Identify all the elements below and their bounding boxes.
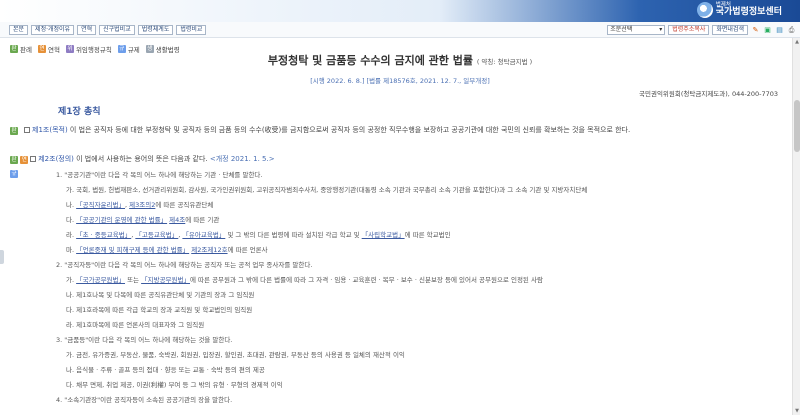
chapter-heading: 제1장 총칙 xyxy=(58,107,101,117)
tab-compare-old-new-button[interactable]: 신구법비교 xyxy=(99,25,135,35)
item-1: 1. "공공기관"이란 다음 각 목의 어느 하나에 해당하는 기관 · 단체를… xyxy=(56,171,263,179)
item-2: 2. "공직자등"이란 다음 각 목의 어느 하나에 해당하는 공직자 또는 공… xyxy=(56,261,313,269)
item-1-b: 나. 「공직자윤리법」, 제3조의2에 따른 공직유관단체 xyxy=(66,201,214,209)
toolbar: 본문 제정·개정이유 연혁 신구법비교 법령체계도 법령비교 조문선택 법령주소… xyxy=(0,22,800,38)
law-link[interactable]: 「국가공무원법」 xyxy=(76,276,125,284)
save-icon[interactable]: ▤ xyxy=(775,26,784,35)
scroll-thumb[interactable] xyxy=(794,100,800,152)
article-1-text: 이 법은 공직자 등에 대한 부정청탁 및 공직자 등의 금품 등의 수수(收受… xyxy=(67,126,631,134)
law-link[interactable]: 「언론중재 및 피해구제 등에 관한 법률」 xyxy=(76,246,189,254)
ministry-contact: 국민권익위원회(청탁금지제도과), 044-200-7703 xyxy=(639,90,778,98)
tab-reason-button[interactable]: 제정·개정이유 xyxy=(31,25,75,35)
law-link[interactable]: 「유아교육법」 xyxy=(182,231,225,239)
law-link[interactable]: 「사립학교법」 xyxy=(362,231,405,239)
zoom-in-icon[interactable]: ✎ xyxy=(751,26,760,35)
item-3-c: 다. 채무 면제, 취업 제공, 이권(利權) 부여 등 그 밖의 유형 · 무… xyxy=(66,381,283,389)
article-link[interactable]: 제4조 xyxy=(169,216,185,224)
side-panel-toggle[interactable] xyxy=(0,250,4,264)
law-link[interactable]: 「지방공무원법」 xyxy=(141,276,190,284)
tab-history-button[interactable]: 연혁 xyxy=(77,25,97,35)
scroll-up-icon[interactable]: ▲ xyxy=(793,38,800,46)
item-1-d: 라. 「초 · 중등교육법」, 「고등교육법」, 「유아교육법」 및 그 밖의 … xyxy=(66,231,451,239)
item-3-a: 가. 금전, 유가증권, 부동산, 물품, 숙박권, 회원권, 입장권, 할인권… xyxy=(66,351,405,359)
site-header: 법제처 국가법령정보센터 xyxy=(0,0,800,22)
download-icon[interactable]: ▣ xyxy=(763,26,772,35)
law-abbreviation: ( 약칭: 청탁금지법 ) xyxy=(476,58,533,66)
law-link[interactable]: 「고등교육법」 xyxy=(135,231,178,239)
law-link[interactable]: 「공공기관의 운영에 관한 법률」 xyxy=(76,216,167,224)
item-2-a: 가. 「국가공무원법」 또는 「지방공무원법」에 따른 공무원과 그 밖에 다른… xyxy=(66,276,543,284)
precedent-tag-icon[interactable]: 판 xyxy=(10,127,18,135)
article-2-text: 이 법에서 사용하는 용어의 뜻은 다음과 같다. xyxy=(73,155,210,163)
regulation-tag-icon[interactable]: 규 xyxy=(10,170,18,178)
vertical-scrollbar[interactable]: ▲ ▼ xyxy=(792,38,800,415)
history-tag-icon[interactable]: 연 xyxy=(20,156,29,164)
article-1-heading[interactable]: 제1조(목적) xyxy=(32,126,68,134)
item-2-b: 나. 제1호나목 및 다목에 따른 공직유관단체 및 기관의 장과 그 임직원 xyxy=(66,291,255,299)
item-2-c: 다. 제1호라목에 따른 각급 학교의 장과 교직원 및 학교법인의 임직원 xyxy=(66,306,253,314)
item-2-d: 라. 제1호마목에 따른 언론사의 대표자와 그 임직원 xyxy=(66,321,205,329)
item-1-a: 가. 국회, 법원, 헌법재판소, 선거관리위원회, 감사원, 국가인권위원회,… xyxy=(66,186,588,194)
amendment-note[interactable]: <개정 2021. 1. 5.> xyxy=(210,155,275,163)
logo-title: 국가법령정보센터 xyxy=(715,7,782,18)
item-3-b: 나. 음식물 · 주류 · 골프 등의 접대 · 향응 또는 교통 · 숙박 등… xyxy=(66,366,265,374)
copy-url-button[interactable]: 법령주소복사 xyxy=(668,25,710,35)
article-2: 판 연 제2조(정의) 이 법에서 사용하는 용어의 뜻은 다음과 같다. <개정… xyxy=(10,154,275,164)
law-link[interactable]: 「초 · 중등교육법」 xyxy=(76,231,131,239)
item-4: 4. "소속기관장"이란 공직자등이 소속된 공공기관의 장을 말한다. xyxy=(56,396,233,404)
article-link[interactable]: 제2조제12호 xyxy=(191,246,227,254)
enactment-info: [시행 2022. 6. 8.] [법률 제18576호, 2021. 12. … xyxy=(310,77,490,85)
tab-main-text-button[interactable]: 본문 xyxy=(9,25,29,35)
item-1-c: 다. 「공공기관의 운영에 관한 법률」 제4조에 따른 기관 xyxy=(66,216,220,224)
article-1: 판 제1조(목적) 이 법은 공직자 등에 대한 부정청탁 및 공직자 등의 금품… xyxy=(10,125,630,135)
item-3: 3. "금품등"이란 다음 각 목의 어느 하나에 해당하는 것을 말한다. xyxy=(56,336,233,344)
law-title: 부정청탁 및 금품등 수수의 금지에 관한 법률 ( 약칭: 청탁금지법 ) xyxy=(267,54,533,67)
article-1-checkbox[interactable] xyxy=(24,127,30,133)
article-link[interactable]: 제3조의2 xyxy=(129,201,155,209)
scroll-down-icon[interactable]: ▼ xyxy=(793,407,800,415)
print-icon[interactable]: ⎙ xyxy=(787,26,796,35)
article-select[interactable]: 조문선택 xyxy=(607,25,666,35)
tab-law-system-button[interactable]: 법령체계도 xyxy=(137,25,174,35)
item-1-e: 마. 「언론중재 및 피해구제 등에 관한 법률」 제2조제12호에 따른 언론… xyxy=(66,246,268,254)
article-2-heading[interactable]: 제2조(정의) xyxy=(38,155,74,163)
in-page-search-button[interactable]: 화면내검색 xyxy=(712,25,748,35)
site-logo[interactable]: 법제처 국가법령정보센터 xyxy=(696,2,782,18)
precedent-tag-icon[interactable]: 판 xyxy=(10,156,18,164)
logo-emblem-icon xyxy=(696,2,713,18)
article-2-checkbox[interactable] xyxy=(30,156,37,162)
tab-law-compare-button[interactable]: 법령비교 xyxy=(176,25,207,35)
law-link[interactable]: 「공직자윤리법」 xyxy=(76,201,125,209)
